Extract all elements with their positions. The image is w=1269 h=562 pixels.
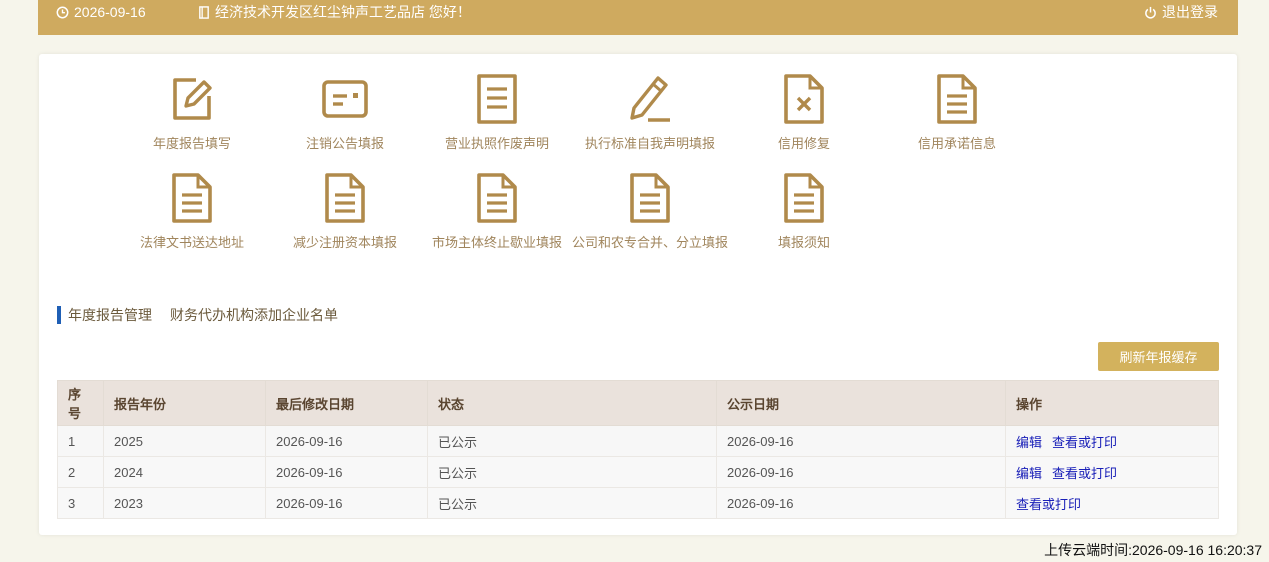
cell-published: 2026-09-16 xyxy=(716,425,1006,457)
tab-marker xyxy=(57,306,61,324)
greeting-text: 经济技术开发区红尘钟声工艺品店 您好！ xyxy=(215,4,471,20)
table-row: 2 2024 2026-09-16 已公示 2026-09-16 编辑 查看或打印 xyxy=(57,456,1219,488)
cell-modified: 2026-09-16 xyxy=(265,425,428,457)
grid-label[interactable]: 信用承诺信息 xyxy=(877,133,1037,152)
pencil-icon xyxy=(626,74,674,124)
document-lines-icon xyxy=(780,173,828,223)
cell-modified: 2026-09-16 xyxy=(265,487,428,519)
document-x-icon xyxy=(780,74,828,124)
current-date: 2026-09-16 xyxy=(74,4,146,20)
document-lines-icon xyxy=(933,74,981,124)
header-year: 报告年份 xyxy=(103,380,266,426)
credit-commitment[interactable]: 信用承诺信息 xyxy=(877,74,1037,152)
edit-link[interactable]: 编辑 xyxy=(1016,435,1042,450)
table-row: 3 2023 2026-09-16 已公示 2026-09-16 查看或打印 xyxy=(57,487,1219,519)
document-lines-icon xyxy=(626,173,674,223)
cell-no: 1 xyxy=(57,425,104,457)
annual-report-table: 序号 报告年份 最后修改日期 状态 公示日期 操作 1 2025 2026-09… xyxy=(57,380,1219,519)
cell-no: 3 xyxy=(57,487,104,519)
header-modified: 最后修改日期 xyxy=(265,380,428,426)
cell-status: 已公示 xyxy=(427,456,717,488)
clock-icon xyxy=(56,6,69,19)
document-lines-icon xyxy=(168,173,216,223)
grid-label[interactable]: 信用修复 xyxy=(724,133,884,152)
table-row: 1 2025 2026-09-16 已公示 2026-09-16 编辑 查看或打印 xyxy=(57,425,1219,457)
cell-year: 2025 xyxy=(103,425,266,457)
section-tabs: 年度报告管理 财务代办机构添加企业名单 xyxy=(57,306,356,324)
tab-annual-report-management[interactable]: 年度报告管理 xyxy=(68,305,152,325)
grid-label[interactable]: 法律文书送达地址 xyxy=(112,232,272,251)
view-print-link[interactable]: 查看或打印 xyxy=(1052,435,1117,450)
entity-termination[interactable]: 市场主体终止歇业填报 xyxy=(417,173,577,251)
grid-label[interactable]: 市场主体终止歇业填报 xyxy=(417,232,577,251)
edit-icon xyxy=(168,74,216,124)
cell-status: 已公示 xyxy=(427,487,717,519)
standard-self-declaration[interactable]: 执行标准自我声明填报 xyxy=(570,74,730,152)
document-lines-icon xyxy=(473,173,521,223)
cell-year: 2023 xyxy=(103,487,266,519)
cell-modified: 2026-09-16 xyxy=(265,456,428,488)
credit-repair[interactable]: 信用修复 xyxy=(724,74,884,152)
merger-split[interactable]: 公司和农专合并、分立填报 xyxy=(570,173,730,251)
cell-published: 2026-09-16 xyxy=(716,487,1006,519)
grid-label[interactable]: 年度报告填写 xyxy=(112,133,272,152)
cell-year: 2024 xyxy=(103,456,266,488)
grid-label[interactable]: 营业执照作废声明 xyxy=(417,133,577,152)
upload-time: 上传云端时间:2026-09-16 16:20:37 xyxy=(1044,542,1262,558)
license-void-statement[interactable]: 营业执照作废声明 xyxy=(417,74,577,152)
edit-link[interactable]: 编辑 xyxy=(1016,466,1042,481)
filing-notice[interactable]: 填报须知 xyxy=(724,173,884,251)
document-icon xyxy=(473,74,521,124)
logout-link[interactable]: 退出登录 xyxy=(1144,0,1218,24)
tab-agency-enterprise-list[interactable]: 财务代办机构添加企业名单 xyxy=(170,305,338,325)
date-display: 2026-09-16 xyxy=(56,0,146,24)
header-published: 公示日期 xyxy=(716,380,1006,426)
annual-report-fill[interactable]: 年度报告填写 xyxy=(112,74,272,152)
document-lines-icon xyxy=(321,173,369,223)
grid-label[interactable]: 减少注册资本填报 xyxy=(265,232,425,251)
grid-label[interactable]: 填报须知 xyxy=(724,232,884,251)
capital-reduction[interactable]: 减少注册资本填报 xyxy=(265,173,425,251)
cell-no: 2 xyxy=(57,456,104,488)
cell-published: 2026-09-16 xyxy=(716,456,1006,488)
main-card: 年度报告填写 注销公告填报 营业执照作废声明 执行标准自我声明填报 信用修复 信… xyxy=(39,54,1237,535)
cell-actions: 查看或打印 xyxy=(1005,487,1219,519)
power-icon xyxy=(1144,6,1157,19)
grid-label[interactable]: 公司和农专合并、分立填报 xyxy=(570,232,730,251)
grid-label[interactable]: 执行标准自我声明填报 xyxy=(570,133,730,152)
grid-label[interactable]: 注销公告填报 xyxy=(265,133,425,152)
view-print-link[interactable]: 查看或打印 xyxy=(1052,466,1117,481)
book-icon xyxy=(198,5,210,19)
refresh-cache-button[interactable]: 刷新年报缓存 xyxy=(1098,342,1219,371)
logout-label[interactable]: 退出登录 xyxy=(1162,2,1218,22)
header-no: 序号 xyxy=(57,380,104,426)
table-header-row: 序号 报告年份 最后修改日期 状态 公示日期 操作 xyxy=(57,380,1219,426)
view-print-link[interactable]: 查看或打印 xyxy=(1016,497,1081,512)
legal-document-address[interactable]: 法律文书送达地址 xyxy=(112,173,272,251)
deregistration-notice[interactable]: 注销公告填报 xyxy=(265,74,425,152)
header-actions: 操作 xyxy=(1005,380,1219,426)
cell-actions: 编辑 查看或打印 xyxy=(1005,456,1219,488)
card-icon xyxy=(321,74,369,124)
top-bar: 2026-09-16 经济技术开发区红尘钟声工艺品店 您好！ 退出登录 xyxy=(38,0,1238,35)
cell-status: 已公示 xyxy=(427,425,717,457)
header-status: 状态 xyxy=(427,380,717,426)
shop-greeting: 经济技术开发区红尘钟声工艺品店 您好！ xyxy=(198,0,471,24)
cell-actions: 编辑 查看或打印 xyxy=(1005,425,1219,457)
